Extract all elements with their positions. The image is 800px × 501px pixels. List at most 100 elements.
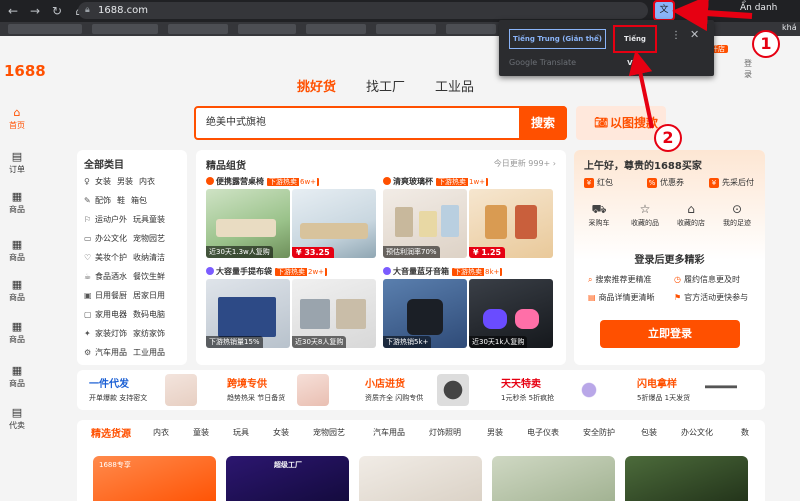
close-icon[interactable]: ✕ xyxy=(690,28,699,41)
category-link[interactable]: 运动户外 xyxy=(95,215,127,224)
category-tab[interactable]: 电子仪表 xyxy=(527,427,559,438)
service-fast-sample[interactable]: 闪电拿样 5折爆品 1天发货 xyxy=(637,375,690,403)
category-link[interactable]: 女装 xyxy=(95,177,111,186)
rail-item[interactable]: ▤ 代卖 xyxy=(0,406,34,431)
product-card[interactable]: 超级工厂 xyxy=(226,456,349,501)
site-logo[interactable]: 1688 xyxy=(4,62,46,80)
rail-item[interactable]: ▤ 订单 xyxy=(0,150,34,175)
tab-goods[interactable]: 挑好货 xyxy=(297,76,336,95)
product-image[interactable]: ¥ 1.25 xyxy=(469,189,553,258)
reload-icon[interactable]: ↻ xyxy=(48,2,66,20)
rail-item[interactable]: ▦ 商品 xyxy=(0,320,34,345)
product-thumbnail[interactable] xyxy=(297,374,329,406)
category-tab[interactable]: 数 xyxy=(741,427,749,438)
category-link[interactable]: 汽车用品 xyxy=(95,348,127,357)
category-link[interactable]: 食品酒水 xyxy=(95,272,127,281)
service-dropship[interactable]: 一件代发 开单爆款 支持密文 xyxy=(89,375,147,403)
category-tab[interactable]: 安全防护 xyxy=(583,427,615,438)
category-link[interactable]: 办公文化 xyxy=(95,234,127,243)
perk-coupon[interactable]: % 优惠券 xyxy=(647,177,684,188)
bookmark-label[interactable]: khá xyxy=(782,23,797,32)
category-link[interactable]: 箱包 xyxy=(131,196,147,205)
bookmark[interactable] xyxy=(376,24,436,34)
tab-factory[interactable]: 找工厂 xyxy=(366,76,405,95)
category-link[interactable]: 鞋 xyxy=(117,196,125,205)
rail-item[interactable]: ▦ 商品 xyxy=(0,364,34,389)
product-image[interactable]: 预估利润率70% xyxy=(383,189,467,258)
bookmark[interactable] xyxy=(446,24,496,34)
category-link[interactable]: 家用电器 xyxy=(95,310,127,319)
promo-group[interactable]: 便携露营桌椅 下游热卖 6w+ 近30天1.3w人复购 ¥ 33.25 xyxy=(206,176,376,262)
search-button[interactable]: 搜索 xyxy=(519,106,567,140)
category-link[interactable]: 数码电脑 xyxy=(133,310,165,319)
category-link[interactable]: 男装 xyxy=(117,177,133,186)
category-link[interactable]: 美妆个护 xyxy=(95,253,127,262)
product-card[interactable] xyxy=(625,456,748,501)
bookmark[interactable] xyxy=(238,24,296,34)
category-link[interactable]: 家纺家饰 xyxy=(133,329,165,338)
back-arrow-icon[interactable]: ← xyxy=(4,2,22,20)
translate-icon[interactable]: 文 xyxy=(653,0,675,21)
rail-item[interactable]: ▦ 商品 xyxy=(0,238,34,263)
category-tab[interactable]: 精选货源 xyxy=(91,425,131,440)
category-link[interactable]: 家装灯饰 xyxy=(95,329,127,338)
category-tab[interactable]: 办公文化 xyxy=(681,427,713,438)
product-thumbnail[interactable] xyxy=(705,374,737,406)
more-options-icon[interactable]: ⋮ xyxy=(671,30,681,41)
service-daily-deals[interactable]: 天天特卖 1元秒杀 5折疯抢 xyxy=(501,375,554,403)
category-link[interactable]: 餐饮生鲜 xyxy=(133,272,165,281)
category-tab[interactable]: 包装 xyxy=(641,427,657,438)
category-tab[interactable]: 内衣 xyxy=(153,427,169,438)
perk-red-packet[interactable]: ¥ 红包 xyxy=(584,177,613,188)
bookmark[interactable] xyxy=(8,24,82,34)
product-card[interactable]: 1688专享 xyxy=(93,456,216,501)
product-image[interactable]: 下游热销量15% xyxy=(206,279,290,348)
promo-updated[interactable]: 今日更新 999+ › xyxy=(494,158,556,169)
image-search-button[interactable]: 📷︎ 以图搜款 xyxy=(576,106,666,140)
category-link[interactable]: 工业用品 xyxy=(133,348,165,357)
product-card[interactable] xyxy=(492,456,615,501)
bookmark[interactable] xyxy=(168,24,228,34)
login-link[interactable]: 登录 xyxy=(744,58,752,80)
category-tab[interactable]: 汽车用品 xyxy=(373,427,405,438)
promo-group[interactable]: 清爽玻璃杯 下游热卖 1w+ 预估利润率70% ¥ 1.25 xyxy=(383,176,553,262)
category-tab[interactable]: 玩具 xyxy=(233,427,249,438)
rail-item[interactable]: ▦ 商品 xyxy=(0,190,34,215)
source-language-button[interactable]: Tiếng Trung (Giản thể) xyxy=(509,29,606,49)
category-link[interactable]: 收纳清洁 xyxy=(133,253,165,262)
product-image[interactable]: 近30天1.3w人复购 xyxy=(206,189,290,258)
category-link[interactable]: 内衣 xyxy=(139,177,155,186)
product-card[interactable] xyxy=(359,456,482,501)
bookmark[interactable] xyxy=(306,24,366,34)
category-link[interactable]: 配饰 xyxy=(95,196,111,205)
service-cross-border[interactable]: 跨境专供 趋势热采 节日备货 xyxy=(227,375,285,403)
rail-item[interactable]: ▦ 商品 xyxy=(0,278,34,303)
category-link[interactable]: 宠物园艺 xyxy=(133,234,165,243)
product-thumbnail[interactable] xyxy=(165,374,197,406)
category-tab[interactable]: 女装 xyxy=(273,427,289,438)
service-small-shop[interactable]: 小店进货 资质齐全 闪购专供 xyxy=(365,375,423,403)
profile-label[interactable]: Ẩn danh xyxy=(740,3,777,13)
product-image[interactable]: 近30天8人复购 xyxy=(292,279,376,348)
user-shortcut[interactable]: ⛟ 采购车 xyxy=(577,202,621,228)
category-link[interactable]: 居家日用 xyxy=(133,291,165,300)
user-shortcut[interactable]: ☆ 收藏的品 xyxy=(623,202,667,228)
rail-item[interactable]: ⌂ 首页 xyxy=(0,106,34,131)
user-shortcut[interactable]: ⌂ 收藏的店 xyxy=(669,202,713,228)
product-image[interactable]: ¥ 33.25 xyxy=(292,189,376,258)
forward-arrow-icon[interactable]: → xyxy=(26,2,44,20)
product-image[interactable]: 近30天1k人复购 xyxy=(469,279,553,348)
product-image[interactable]: 下游热销5k+ xyxy=(383,279,467,348)
category-tab[interactable]: 童装 xyxy=(193,427,209,438)
category-link[interactable]: 玩具童装 xyxy=(133,215,165,224)
category-link[interactable]: 日用餐厨 xyxy=(95,291,127,300)
address-bar[interactable]: 🔒︎ 1688.com xyxy=(78,2,648,19)
user-shortcut[interactable]: ⊙ 我的足迹 xyxy=(715,202,759,228)
promo-group[interactable]: 大音量蓝牙音箱 下游热卖 8k+ 下游热销5k+ 近30天1k人复购 xyxy=(383,266,553,352)
target-language-button[interactable]: Tiếng Việt xyxy=(613,25,657,67)
product-thumbnail[interactable] xyxy=(437,374,469,406)
product-thumbnail[interactable] xyxy=(573,374,605,406)
category-tab[interactable]: 宠物园艺 xyxy=(313,427,345,438)
promo-group[interactable]: 大容量手提布袋 下游热卖 2w+ 下游热销量15% 近30天8人复购 xyxy=(206,266,376,352)
tab-industrial[interactable]: 工业品 xyxy=(435,76,474,95)
